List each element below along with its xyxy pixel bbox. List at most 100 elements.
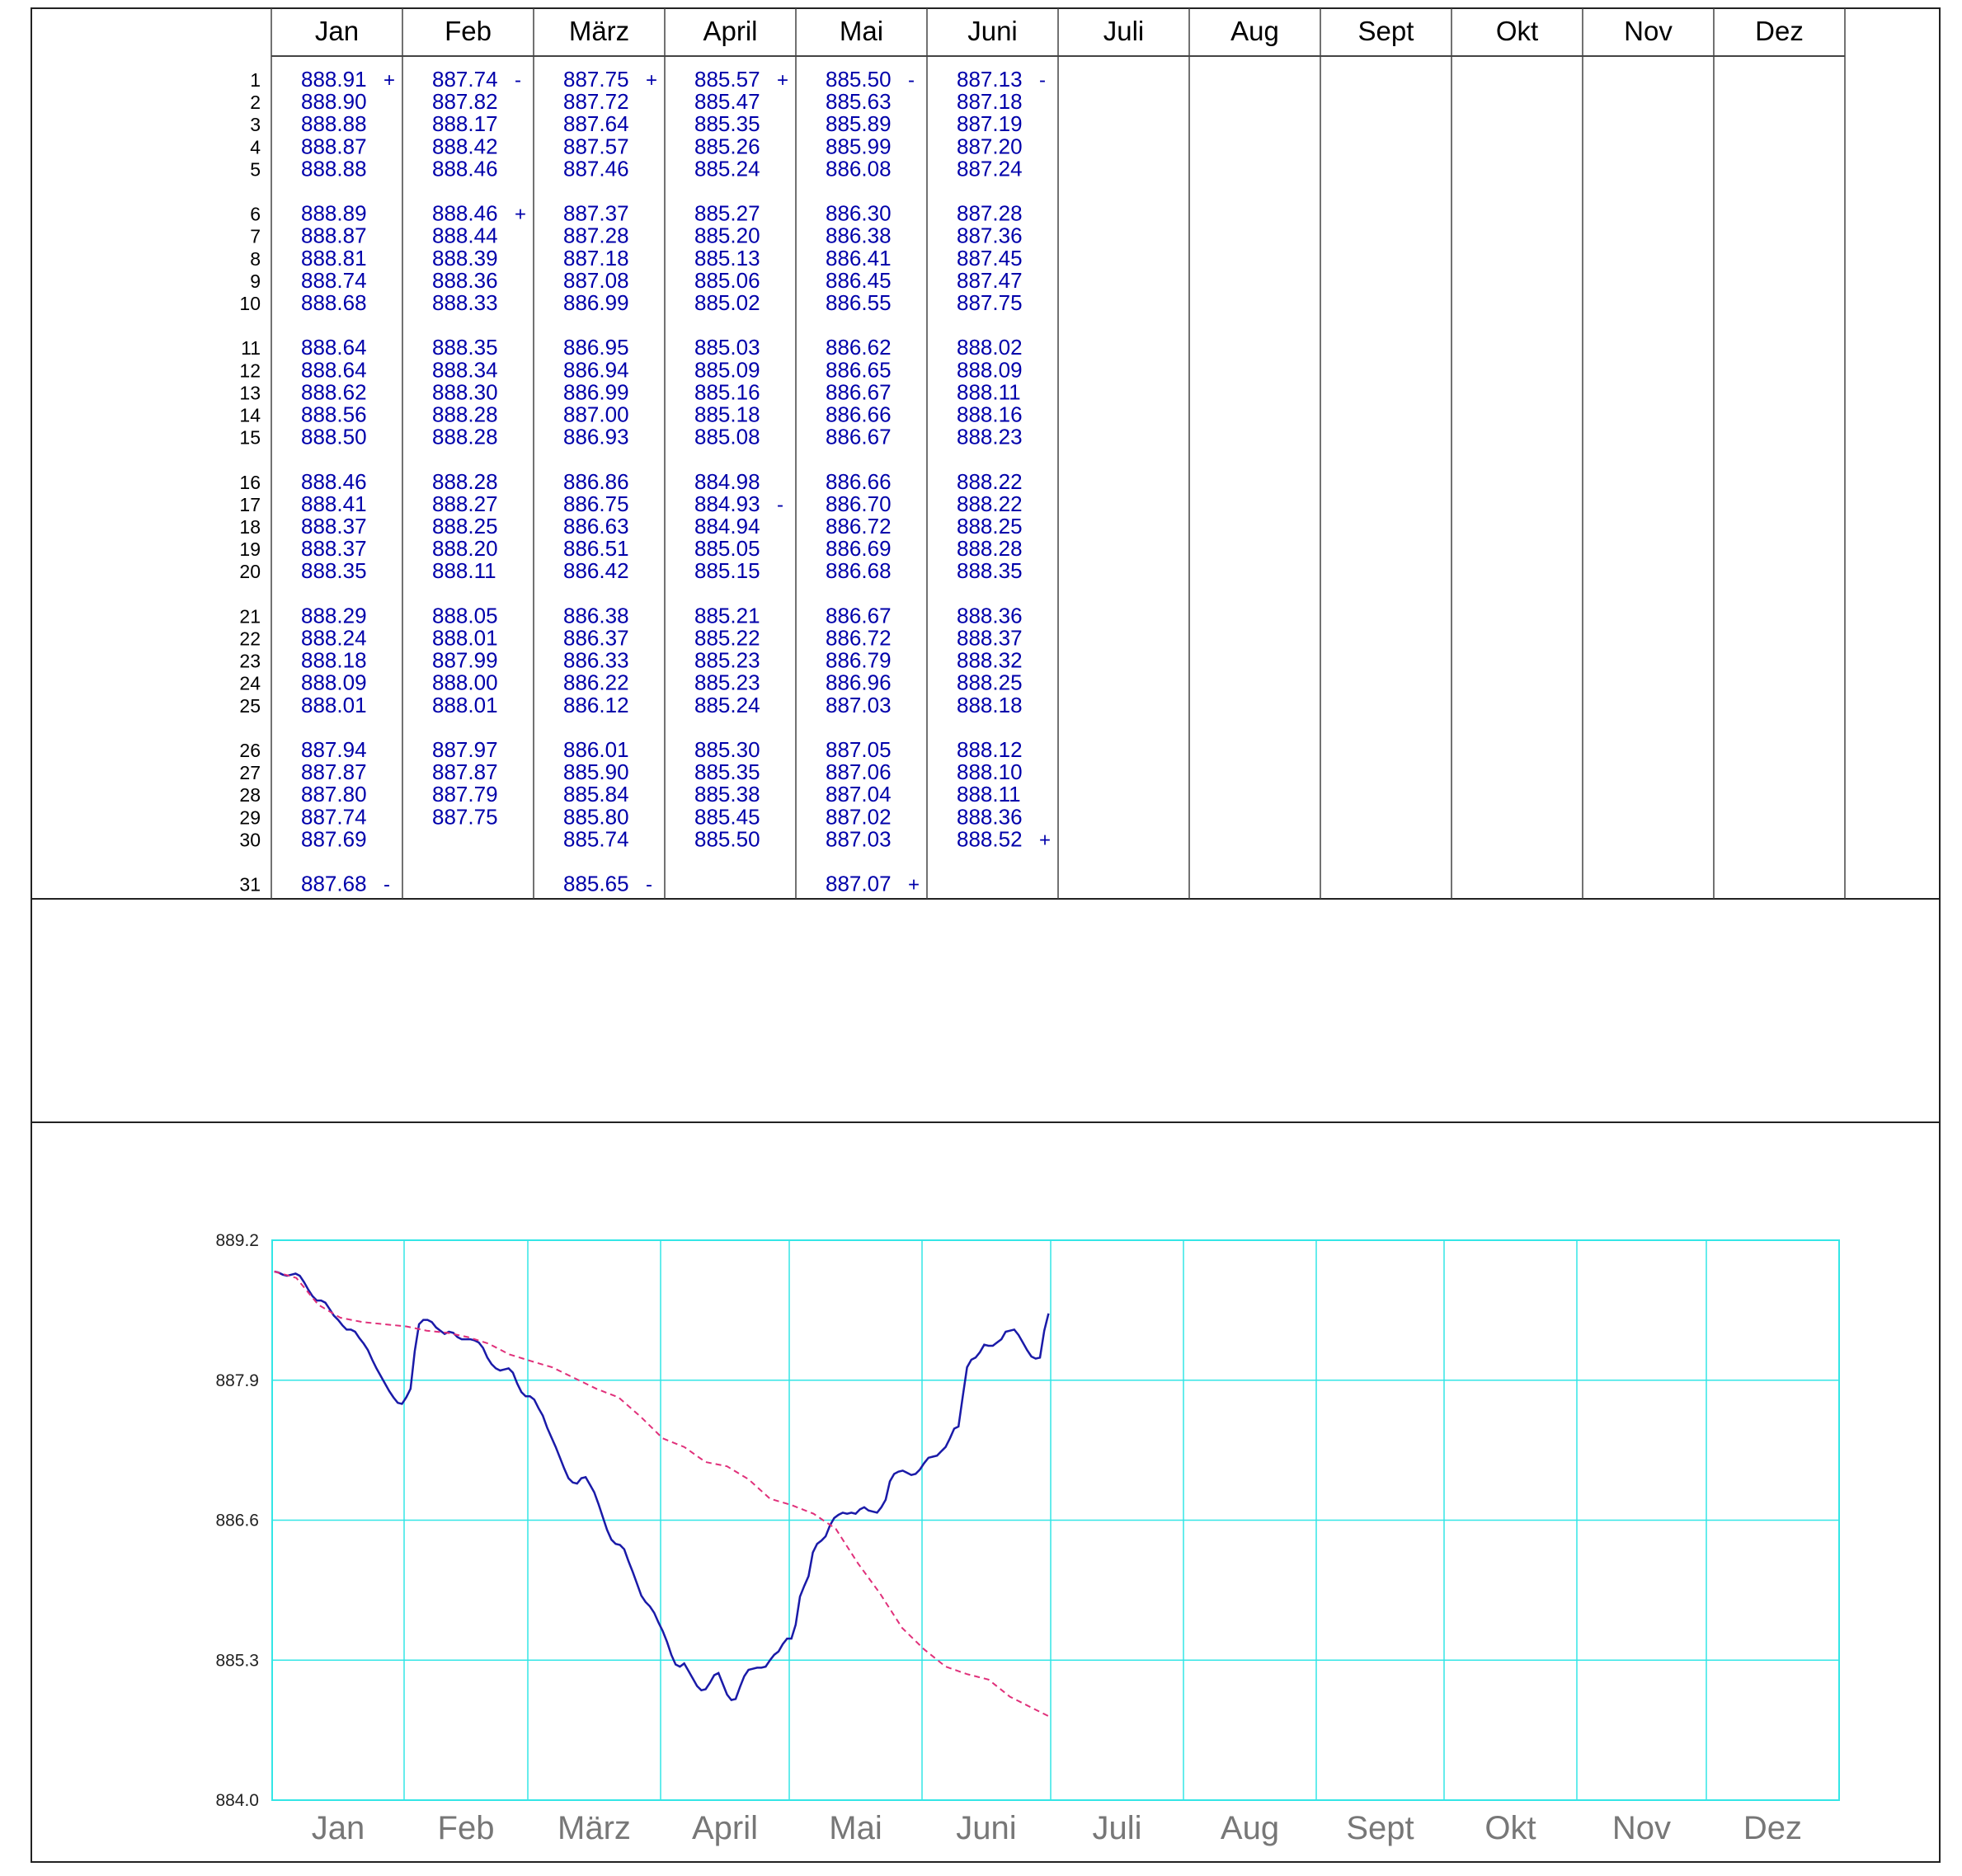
daily-value: 888.22 <box>957 491 1023 516</box>
daily-value: 888.68 <box>301 290 367 315</box>
daily-value: 887.68 <box>301 872 367 896</box>
x-tick-label: Dez <box>1743 1810 1802 1846</box>
daily-value: 888.88 <box>301 111 367 136</box>
sheet-canvas: Jan Feb März April Mai Juni Juli Aug Sept Okt Nov D… <box>31 7 1941 1863</box>
hydrograph-sheet: Jan Feb März April Mai Juni Juli Aug Sept Okt Nov D… <box>0 0 1962 1876</box>
day-number: 7 <box>250 226 261 247</box>
day-number: 3 <box>250 114 261 135</box>
daily-value: 887.82 <box>432 89 498 114</box>
y-tick-label: 884.0 <box>215 1791 259 1810</box>
daily-value: 886.08 <box>826 156 892 181</box>
month-header: Mai <box>840 16 883 46</box>
month-header: Aug <box>1230 16 1279 46</box>
daily-value: 886.33 <box>563 648 629 673</box>
daily-value: 887.80 <box>301 782 367 806</box>
x-tick-label: April <box>692 1810 758 1846</box>
daily-value: 885.50 <box>826 67 892 92</box>
daily-value: 888.46 <box>432 156 498 181</box>
daily-value: 888.16 <box>957 402 1023 427</box>
daily-value: 888.01 <box>301 693 367 717</box>
daily-value: 888.52 <box>957 826 1023 851</box>
min-marker: - <box>908 69 915 92</box>
daily-value: 888.09 <box>301 670 367 695</box>
day-number: 6 <box>250 204 261 225</box>
daily-value: 888.25 <box>957 670 1023 695</box>
series-reference-line <box>274 1270 1049 1718</box>
daily-value: 885.23 <box>694 670 760 695</box>
daily-value: 888.89 <box>301 201 367 226</box>
daily-value: 888.46 <box>301 469 367 494</box>
x-tick-label: Nov <box>1612 1810 1671 1846</box>
daily-value: 888.11 <box>957 782 1021 806</box>
daily-value: 885.65 <box>563 872 629 896</box>
daily-value: 887.00 <box>563 402 629 427</box>
daily-value: 885.20 <box>694 223 760 248</box>
month-header: Dez <box>1755 16 1804 46</box>
daily-value: 888.23 <box>957 425 1023 449</box>
day-number: 27 <box>239 762 261 783</box>
daily-value: 885.08 <box>694 425 760 449</box>
daily-value: 888.50 <box>301 425 367 449</box>
daily-value: 888.18 <box>957 693 1023 717</box>
daily-value: 887.07 <box>826 872 892 896</box>
daily-value: 886.67 <box>826 425 892 449</box>
daily-value: 885.21 <box>694 603 760 628</box>
daily-value: 887.87 <box>432 759 498 784</box>
daily-value: 888.37 <box>957 626 1023 651</box>
daily-value: 887.08 <box>563 268 629 293</box>
daily-value: 886.72 <box>826 514 892 538</box>
daily-value: 888.32 <box>957 648 1023 673</box>
daily-value: 888.28 <box>432 469 498 494</box>
day-number: 9 <box>250 270 261 292</box>
daily-value: 886.94 <box>563 357 629 382</box>
x-tick-label: Feb <box>438 1810 495 1846</box>
daily-value: 886.93 <box>563 425 629 449</box>
day-number: 22 <box>239 628 261 650</box>
x-tick-label: Jan <box>312 1810 365 1846</box>
daily-value: 888.00 <box>432 670 498 695</box>
daily-value: 888.33 <box>432 290 498 315</box>
daily-value: 888.09 <box>957 357 1023 382</box>
daily-value: 885.05 <box>694 536 760 561</box>
x-tick-label: Juni <box>956 1810 1016 1846</box>
day-number: 15 <box>239 427 261 449</box>
daily-value: 886.45 <box>826 268 892 293</box>
daily-value: 884.94 <box>694 514 760 538</box>
daily-value: 887.19 <box>957 111 1023 136</box>
daily-value: 888.81 <box>301 246 367 270</box>
daily-value: 885.74 <box>563 826 629 851</box>
daily-value: 887.69 <box>301 826 367 851</box>
daily-value: 888.87 <box>301 134 367 158</box>
daily-value: 887.94 <box>301 737 367 762</box>
daily-value: 887.03 <box>826 693 892 717</box>
series-observed-line <box>274 1270 1050 1702</box>
daily-value: 885.57 <box>694 67 760 92</box>
daily-value: 885.03 <box>694 335 760 360</box>
day-number: 2 <box>250 92 261 113</box>
daily-value: 888.10 <box>957 759 1023 784</box>
x-tick-label: Okt <box>1484 1810 1536 1846</box>
max-marker: + <box>646 69 657 92</box>
daily-value: 888.91 <box>301 67 367 92</box>
daily-value: 888.56 <box>301 402 367 427</box>
daily-value: 888.05 <box>432 603 498 628</box>
daily-value: 887.36 <box>957 223 1023 248</box>
daily-value: 887.74 <box>432 67 498 92</box>
daily-value: 888.28 <box>432 402 498 427</box>
day-number: 5 <box>250 158 261 180</box>
daily-value: 885.27 <box>694 201 760 226</box>
daily-value: 888.18 <box>301 648 367 673</box>
month-header: April <box>703 16 757 46</box>
x-tick-label: März <box>558 1810 631 1846</box>
day-number: 19 <box>239 538 261 560</box>
daily-value: 885.99 <box>826 134 892 158</box>
daily-value: 886.67 <box>826 379 892 404</box>
daily-value: 888.88 <box>301 156 367 181</box>
daily-value: 887.28 <box>563 223 629 248</box>
day-number: 17 <box>239 494 261 515</box>
daily-value: 887.28 <box>957 201 1023 226</box>
daily-value: 887.13 <box>957 67 1023 92</box>
daily-value: 888.25 <box>957 514 1023 538</box>
daily-value: 886.55 <box>826 290 892 315</box>
day-number: 8 <box>250 248 261 270</box>
